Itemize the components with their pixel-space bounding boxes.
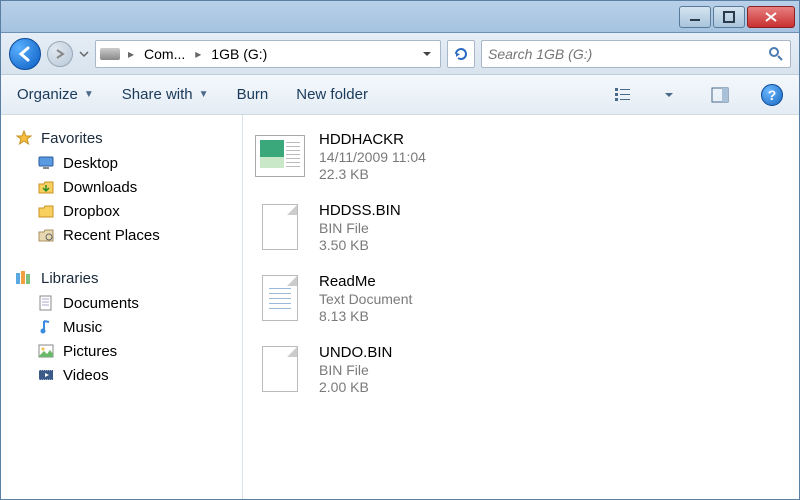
sidebar-item-label: Pictures — [63, 343, 117, 360]
preview-pane-button[interactable] — [707, 82, 733, 108]
breadcrumb-separator-icon: ▸ — [124, 47, 138, 61]
explorer-window: ▸ Com... ▸ 1GB (G:) Organize ▼ Share wit… — [0, 0, 800, 500]
arrow-right-icon — [54, 48, 66, 60]
libraries-label: Libraries — [41, 270, 99, 287]
dropdown-icon: ▼ — [199, 89, 209, 100]
file-item[interactable]: ReadMe Text Document 8.13 KB — [255, 267, 787, 338]
pictures-icon — [37, 342, 55, 360]
search-icon — [768, 46, 784, 62]
sidebar-item-desktop[interactable]: Desktop — [9, 151, 234, 175]
breadcrumb-segment[interactable]: Com... — [140, 44, 189, 64]
music-icon — [37, 318, 55, 336]
file-size: 3.50 KB — [319, 237, 401, 253]
title-bar — [1, 1, 799, 33]
dropdown-icon: ▼ — [84, 89, 94, 100]
organize-button[interactable]: Organize ▼ — [17, 86, 94, 103]
new-folder-button[interactable]: New folder — [296, 86, 368, 103]
file-list: HDDHACKR 14/11/2009 11:04 22.3 KB HDDSS.… — [243, 115, 799, 499]
organize-label: Organize — [17, 86, 78, 103]
breadcrumb-separator-icon: ▸ — [191, 47, 205, 61]
documents-icon — [37, 294, 55, 312]
star-icon — [15, 129, 33, 147]
forward-button[interactable] — [47, 41, 73, 67]
help-button[interactable]: ? — [761, 84, 783, 106]
search-input[interactable] — [488, 46, 768, 62]
file-size: 8.13 KB — [319, 308, 412, 324]
share-label: Share with — [122, 86, 193, 103]
file-icon — [255, 202, 305, 252]
sidebar-item-recent-places[interactable]: Recent Places — [9, 223, 234, 247]
view-list-icon — [615, 87, 633, 103]
view-dropdown-icon[interactable] — [665, 86, 679, 104]
file-name: ReadMe — [319, 273, 412, 290]
file-item[interactable]: HDDHACKR 14/11/2009 11:04 22.3 KB — [255, 125, 787, 196]
application-icon — [255, 131, 305, 181]
refresh-button[interactable] — [447, 40, 475, 68]
navigation-pane: Favorites Desktop Downloads Dropbox Rece… — [1, 115, 243, 499]
sidebar-item-music[interactable]: Music — [9, 315, 234, 339]
file-date: 14/11/2009 11:04 — [319, 149, 426, 165]
file-item[interactable]: HDDSS.BIN BIN File 3.50 KB — [255, 196, 787, 267]
sidebar-item-label: Music — [63, 319, 102, 336]
libraries-header[interactable]: Libraries — [9, 265, 234, 291]
file-size: 22.3 KB — [319, 166, 426, 182]
burn-button[interactable]: Burn — [237, 86, 269, 103]
history-dropdown-icon[interactable] — [79, 49, 89, 59]
sidebar-item-label: Desktop — [63, 155, 118, 172]
back-button[interactable] — [9, 38, 41, 70]
sidebar-item-pictures[interactable]: Pictures — [9, 339, 234, 363]
file-name: HDDHACKR — [319, 131, 426, 148]
downloads-icon — [37, 178, 55, 196]
burn-label: Burn — [237, 86, 269, 103]
address-breadcrumb[interactable]: ▸ Com... ▸ 1GB (G:) — [95, 40, 441, 68]
libraries-icon — [15, 269, 33, 287]
main-area: Favorites Desktop Downloads Dropbox Rece… — [1, 115, 799, 499]
new-folder-label: New folder — [296, 86, 368, 103]
file-name: HDDSS.BIN — [319, 202, 401, 219]
arrow-left-icon — [17, 46, 33, 62]
share-with-button[interactable]: Share with ▼ — [122, 86, 209, 103]
file-size: 2.00 KB — [319, 379, 392, 395]
sidebar-item-label: Dropbox — [63, 203, 120, 220]
file-item[interactable]: UNDO.BIN BIN File 2.00 KB — [255, 338, 787, 409]
file-type: BIN File — [319, 220, 401, 236]
breadcrumb-segment[interactable]: 1GB (G:) — [207, 44, 271, 64]
favorites-header[interactable]: Favorites — [9, 125, 234, 151]
sidebar-item-documents[interactable]: Documents — [9, 291, 234, 315]
refresh-icon — [453, 46, 469, 62]
command-toolbar: Organize ▼ Share with ▼ Burn New folder — [1, 75, 799, 115]
file-type: Text Document — [319, 291, 412, 307]
maximize-button[interactable] — [713, 6, 745, 28]
minimize-button[interactable] — [679, 6, 711, 28]
file-type: BIN File — [319, 362, 392, 378]
sidebar-item-label: Downloads — [63, 179, 137, 196]
favorites-label: Favorites — [41, 130, 103, 147]
drive-icon — [100, 48, 120, 60]
sidebar-item-label: Videos — [63, 367, 109, 384]
address-dropdown-icon[interactable] — [418, 49, 436, 59]
desktop-icon — [37, 154, 55, 172]
sidebar-item-videos[interactable]: Videos — [9, 363, 234, 387]
sidebar-item-dropbox[interactable]: Dropbox — [9, 199, 234, 223]
sidebar-item-label: Recent Places — [63, 227, 160, 244]
close-button[interactable] — [747, 6, 795, 28]
sidebar-item-label: Documents — [63, 295, 139, 312]
recent-places-icon — [37, 226, 55, 244]
view-mode-button[interactable] — [611, 82, 637, 108]
address-bar-row: ▸ Com... ▸ 1GB (G:) — [1, 33, 799, 75]
search-box[interactable] — [481, 40, 791, 68]
file-icon — [255, 344, 305, 394]
dropbox-icon — [37, 202, 55, 220]
help-icon: ? — [768, 87, 777, 103]
videos-icon — [37, 366, 55, 384]
preview-pane-icon — [711, 87, 729, 103]
sidebar-item-downloads[interactable]: Downloads — [9, 175, 234, 199]
text-file-icon — [255, 273, 305, 323]
file-name: UNDO.BIN — [319, 344, 392, 361]
